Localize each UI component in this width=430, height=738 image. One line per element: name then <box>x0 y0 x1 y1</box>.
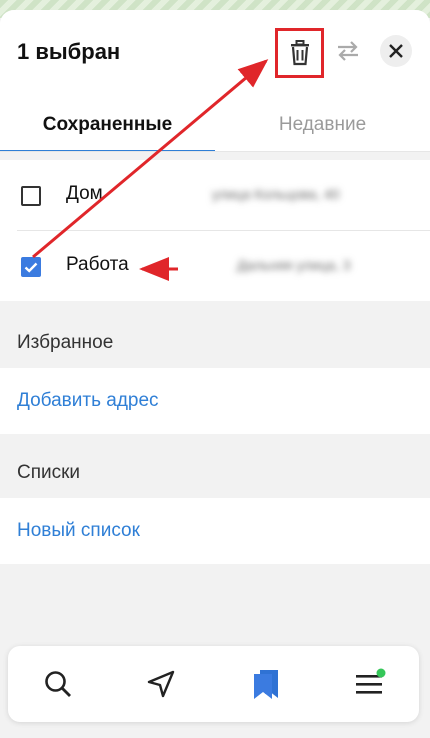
new-list-row[interactable]: Новый список <box>0 498 430 564</box>
close-button[interactable] <box>380 35 412 67</box>
delete-button[interactable] <box>275 28 324 78</box>
favorites-title: Избранное <box>17 332 114 353</box>
checkbox-home[interactable] <box>21 186 41 206</box>
tabs: Сохраненные Недавние <box>0 98 430 152</box>
lists-title: Списки <box>17 462 81 483</box>
sheet-header: 1 выбран Сохраненные Недавние <box>0 10 430 152</box>
bookmarks-icon <box>254 670 278 699</box>
tabs-divider <box>0 151 430 152</box>
bookmarks-sheet: 1 выбран Сохраненные Недавние Дом улица … <box>0 10 430 738</box>
new-list-link[interactable]: Новый список <box>17 520 140 542</box>
place-label: Работа <box>66 254 129 275</box>
saved-place-work[interactable]: Работа Дальняя улица, 3 <box>0 231 430 301</box>
checkmark-icon <box>24 262 38 273</box>
search-icon <box>45 671 71 697</box>
tab-saved[interactable]: Сохраненные <box>0 98 215 152</box>
saved-places-list: Дом улица Кольцова, 40 Работа Дальняя ул… <box>0 160 430 301</box>
place-address: улица Кольцова, 40 <box>212 186 340 202</box>
nav-search[interactable] <box>38 664 78 704</box>
tab-recent[interactable]: Недавние <box>215 98 430 152</box>
close-icon <box>389 44 403 58</box>
swap-arrows-icon <box>338 41 358 61</box>
nav-bookmarks[interactable] <box>246 664 286 704</box>
trash-icon <box>290 40 309 66</box>
place-label: Дом <box>66 183 103 204</box>
menu-icon <box>356 668 386 694</box>
checkbox-work[interactable] <box>21 257 41 277</box>
notification-badge <box>376 668 386 678</box>
nav-menu[interactable] <box>350 664 390 704</box>
saved-place-home[interactable]: Дом улица Кольцова, 40 <box>0 160 430 231</box>
add-address-link[interactable]: Добавить адрес <box>17 390 159 412</box>
navigation-arrow-icon <box>147 670 175 698</box>
add-address-row[interactable]: Добавить адрес <box>0 368 430 434</box>
swap-button[interactable] <box>333 36 363 66</box>
nav-navigation[interactable] <box>141 664 181 704</box>
place-address: Дальняя улица, 3 <box>237 257 351 273</box>
selection-title: 1 выбран <box>17 39 121 64</box>
bottom-navigation <box>8 646 419 722</box>
